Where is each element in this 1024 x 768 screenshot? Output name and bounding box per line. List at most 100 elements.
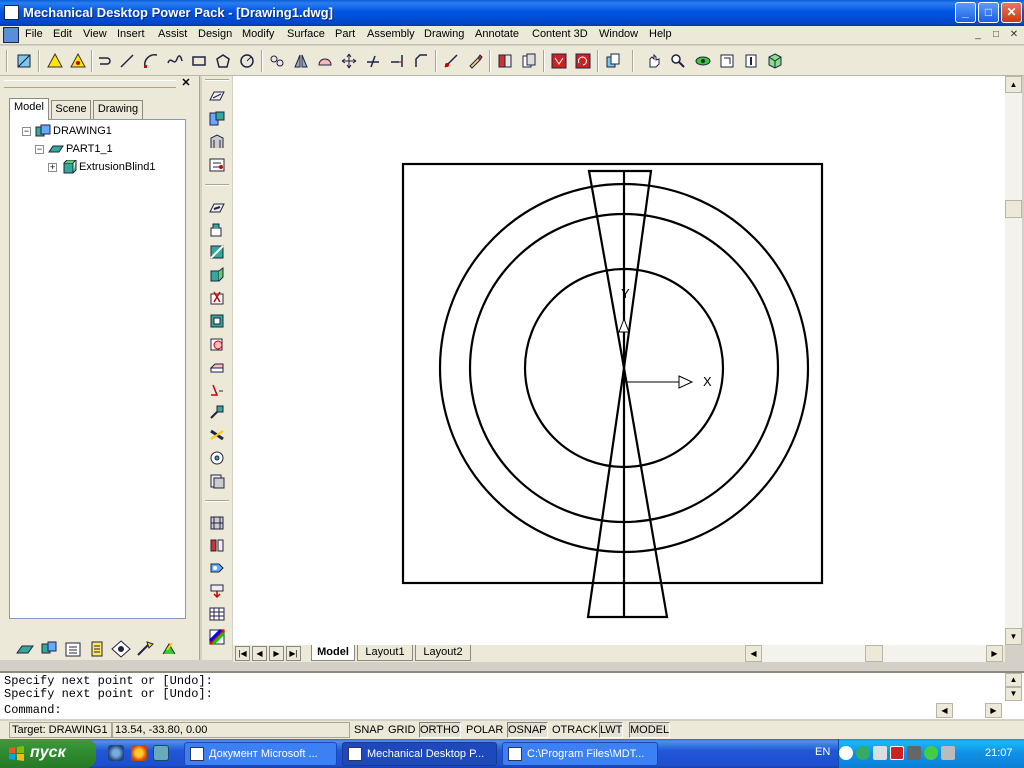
eye-view-icon[interactable]: [692, 50, 714, 72]
hole-tool-icon[interactable]: [206, 288, 228, 308]
rectangle-icon[interactable]: [188, 50, 210, 72]
tree-node-extrusion[interactable]: + ExtrusionBlind1: [48, 160, 155, 174]
menu-view[interactable]: View: [83, 28, 107, 40]
vertical-scrollbar[interactable]: ▲ ▼: [1005, 76, 1022, 645]
parameters-tool-icon[interactable]: [206, 155, 228, 175]
last-tab-button[interactable]: ▶|: [286, 646, 301, 661]
tab-scene[interactable]: Scene: [51, 100, 91, 119]
osnap-toggle[interactable]: OSNAP: [507, 722, 548, 738]
toolbody-icon[interactable]: [111, 640, 131, 658]
restore-view-icon[interactable]: [716, 50, 738, 72]
line-icon[interactable]: [116, 50, 138, 72]
polygon-icon[interactable]: [212, 50, 234, 72]
extrude-tool-icon[interactable]: [206, 198, 228, 218]
cmd-scroll-left-button[interactable]: ◀: [936, 703, 953, 718]
tab-drawing[interactable]: Drawing: [93, 100, 143, 119]
measure-icon[interactable]: [440, 50, 462, 72]
ati-icon[interactable]: [890, 746, 904, 760]
show-desktop-icon[interactable]: [153, 745, 169, 761]
menu-part[interactable]: Part: [335, 28, 355, 40]
mdi-restore-button[interactable]: □: [988, 27, 1004, 43]
coordinates-readout[interactable]: 13.54, -33.80, 0.00: [112, 722, 350, 738]
sketch-plane-tool-icon[interactable]: [206, 86, 228, 106]
media-player-icon[interactable]: [131, 745, 147, 761]
face-draft-tool-icon[interactable]: [206, 402, 228, 422]
lwt-toggle[interactable]: LWT: [599, 722, 624, 738]
work-plane-tool-icon[interactable]: [206, 109, 228, 129]
antivirus-icon[interactable]: [924, 746, 938, 760]
pencil-icon[interactable]: [464, 50, 486, 72]
sweep-tool-icon[interactable]: [206, 242, 228, 262]
assembly-mode-icon[interactable]: [39, 640, 59, 658]
next-tab-button[interactable]: ▶: [269, 646, 284, 661]
feature-grid-tool-icon[interactable]: [206, 604, 228, 624]
loft-tool-icon[interactable]: [206, 265, 228, 285]
grid-toggle[interactable]: GRID: [387, 722, 417, 738]
combine-tool-icon[interactable]: [206, 512, 228, 532]
move-icon[interactable]: [338, 50, 360, 72]
menu-annotate[interactable]: Annotate: [475, 28, 519, 40]
menu-help[interactable]: Help: [649, 28, 672, 40]
menu-design[interactable]: Design: [198, 28, 232, 40]
red-dimension-icon[interactable]: [548, 50, 570, 72]
first-tab-button[interactable]: |◀: [235, 646, 250, 661]
prev-tab-button[interactable]: ◀: [252, 646, 267, 661]
circle-icon[interactable]: [236, 50, 258, 72]
command-prompt[interactable]: Command:: [4, 703, 62, 717]
tab-layout1[interactable]: Layout1: [357, 645, 413, 661]
window-titlebar[interactable]: Mechanical Desktop Power Pack - [Drawing…: [0, 0, 1024, 26]
part-mode-icon[interactable]: [15, 640, 35, 658]
pages-icon[interactable]: [518, 50, 540, 72]
tree-expander[interactable]: −: [22, 126, 31, 136]
ortho-toggle[interactable]: ORTHO: [419, 722, 461, 738]
update-profile-icon[interactable]: [67, 50, 89, 72]
table-tool-icon[interactable]: [206, 132, 228, 152]
arc-icon[interactable]: [140, 50, 162, 72]
thread-tool-icon[interactable]: [206, 311, 228, 331]
audio-icon[interactable]: [873, 746, 887, 760]
cmd-scroll-up-button[interactable]: ▲: [1005, 673, 1022, 687]
document-icon[interactable]: [3, 27, 19, 43]
mdi-minimize-button[interactable]: _: [970, 27, 986, 43]
fillet-tool-icon[interactable]: [206, 334, 228, 354]
clock[interactable]: 21:07: [985, 747, 1013, 759]
cmd-scroll-down-button[interactable]: ▼: [1005, 687, 1022, 701]
internet-explorer-icon[interactable]: [108, 745, 124, 761]
menu-modify[interactable]: Modify: [242, 28, 274, 40]
network-icon[interactable]: [856, 746, 870, 760]
panel-close-button[interactable]: ✕: [180, 78, 192, 90]
menu-insert[interactable]: Insert: [117, 28, 145, 40]
model-toggle[interactable]: MODEL: [629, 722, 671, 738]
hscroll-thumb[interactable]: [865, 645, 883, 662]
place-feature-tool-icon[interactable]: [206, 581, 228, 601]
profile-icon[interactable]: [44, 50, 66, 72]
otrack-toggle[interactable]: OTRACK: [551, 722, 599, 738]
copy-icon[interactable]: [602, 50, 624, 72]
extend-icon[interactable]: [386, 50, 408, 72]
maximize-button[interactable]: □: [978, 2, 999, 23]
drawing-canvas[interactable]: X Y: [233, 76, 1005, 645]
revolve-tool-icon[interactable]: [206, 220, 228, 240]
scroll-down-button[interactable]: ▼: [1005, 628, 1022, 645]
speaker-icon[interactable]: [941, 746, 955, 760]
undo-line-icon[interactable]: [93, 50, 115, 72]
scroll-right-button[interactable]: ▶: [986, 645, 1003, 662]
snap-toggle[interactable]: SNAP: [353, 722, 385, 738]
catalog-icon[interactable]: [63, 640, 83, 658]
tree-expander[interactable]: +: [48, 162, 57, 172]
monitor-icon[interactable]: [907, 746, 921, 760]
part-split-tool-icon[interactable]: [206, 535, 228, 555]
panel-grip[interactable]: [4, 80, 176, 88]
tree-expander[interactable]: −: [35, 144, 44, 154]
shell-tool-icon[interactable]: [206, 379, 228, 399]
isometric-view-icon[interactable]: [740, 50, 762, 72]
start-button[interactable]: пуск: [0, 739, 96, 768]
new-sketch-plane-icon[interactable]: [13, 50, 35, 72]
taskbar-item-explorer-folder[interactable]: C:\Program Files\MDT...: [502, 742, 658, 766]
menu-window[interactable]: Window: [599, 28, 638, 40]
language-indicator[interactable]: EN: [815, 746, 830, 758]
rainbow-material-tool-icon[interactable]: [206, 627, 228, 647]
tree-node-part[interactable]: − PART1_1: [35, 142, 113, 156]
menu-assembly[interactable]: Assembly: [367, 28, 415, 40]
update-icon[interactable]: [159, 640, 179, 658]
